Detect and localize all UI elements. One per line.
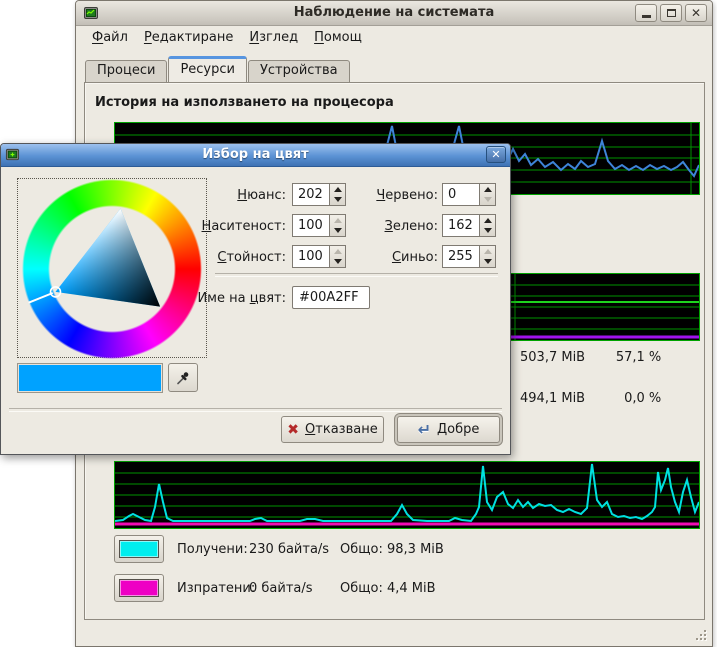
value-label: Стойност: [217, 250, 286, 265]
red-spinner[interactable]: 0 [442, 183, 496, 206]
hue-up-arrow[interactable] [330, 184, 345, 195]
spinner-separator [215, 273, 498, 277]
green-label: Зелено: [385, 219, 438, 234]
swap-amount: 494,1 MiB [520, 391, 585, 406]
red-label: Червено: [376, 188, 438, 203]
sent-color-button[interactable] [114, 574, 164, 602]
value-spinner[interactable]: 100 [292, 245, 346, 268]
received-total-label: Общо: [340, 542, 383, 557]
received-total: 98,3 MiB [387, 542, 444, 557]
sent-label: Изпратени: [177, 581, 255, 596]
eyedropper-button[interactable] [168, 363, 198, 392]
menu-help[interactable]: Помощ [307, 28, 369, 47]
window-title: Наблюдение на системата [76, 5, 712, 20]
hue-marker [29, 293, 53, 303]
minimize-icon [642, 15, 651, 18]
saturation-up-arrow [330, 215, 345, 226]
hue-down-arrow[interactable] [330, 195, 345, 206]
swap-value-row: 494,1 MiB 0,0 % [520, 391, 661, 406]
memory-amount: 503,7 MiB [520, 350, 585, 365]
blue-down-arrow[interactable] [480, 257, 495, 268]
red-down-arrow [480, 195, 495, 206]
ok-label: Добре [437, 422, 479, 437]
resize-grip[interactable] [692, 626, 707, 641]
sent-total-label: Общо: [340, 581, 383, 596]
color-name-input[interactable]: #00A2FF [292, 286, 370, 309]
tab-processes[interactable]: Процеси [85, 60, 167, 83]
red-up-arrow[interactable] [480, 184, 495, 195]
dialog-body: Нюанс: 202 Наситеност: 100 Стойност: 100… [1, 166, 510, 454]
network-history-chart [114, 461, 700, 529]
green-spinner[interactable]: 162 [442, 214, 496, 237]
received-color-swatch [119, 540, 159, 558]
ok-enter-icon: ↵ [418, 422, 431, 438]
saturation-spinner[interactable]: 100 [292, 214, 346, 237]
blue-spinner[interactable]: 255 [442, 245, 496, 268]
hue-label: Нюанс: [237, 188, 286, 203]
menu-file[interactable]: Файл [85, 28, 135, 47]
cpu-history-title: История на използването на процесора [95, 95, 394, 110]
green-down-arrow[interactable] [480, 226, 495, 237]
minimize-button[interactable] [635, 4, 657, 22]
tab-bar: Процеси Ресурси Устройства [85, 56, 351, 83]
maximize-icon [667, 9, 676, 17]
tab-resources[interactable]: Ресурси [168, 56, 247, 83]
blue-label: Синьо: [392, 250, 438, 265]
dialog-title: Избор на цвят [1, 147, 510, 162]
cancel-button[interactable]: ✖ Отказване [281, 416, 384, 443]
close-icon: ✕ [691, 7, 701, 19]
saturation-label: Наситеност: [202, 219, 286, 234]
swap-percent: 0,0 % [589, 391, 661, 406]
ok-button[interactable]: ↵ Добре [397, 416, 500, 443]
received-label: Получени: [177, 542, 248, 557]
hue-spinner[interactable]: 202 [292, 183, 346, 206]
selected-color-preview [17, 363, 163, 393]
tab-devices[interactable]: Устройства [248, 60, 350, 83]
close-button[interactable]: ✕ [685, 4, 707, 22]
memory-percent: 57,1 % [589, 350, 661, 365]
action-separator [9, 408, 502, 412]
main-titlebar[interactable]: Наблюдение на системата ✕ [76, 1, 712, 26]
hsv-triangle[interactable] [22, 179, 202, 359]
window-controls: ✕ [635, 4, 707, 22]
menu-view[interactable]: Изглед [242, 28, 305, 47]
value-up-arrow [330, 246, 345, 257]
blue-up-arrow [480, 246, 495, 257]
color-wheel-area[interactable] [17, 178, 207, 358]
saturation-down-arrow[interactable] [330, 226, 345, 237]
green-up-arrow[interactable] [480, 215, 495, 226]
menubar: Файл Редактиране Изглед Помощ [77, 26, 711, 48]
dialog-titlebar[interactable]: Избор на цвят ✕ [1, 144, 510, 167]
eyedropper-icon [175, 370, 191, 386]
color-picker-dialog: Избор на цвят ✕ [0, 143, 511, 455]
maximize-button[interactable] [660, 4, 682, 22]
menu-edit[interactable]: Редактиране [137, 28, 240, 47]
sent-color-swatch [119, 579, 159, 597]
sent-total: 4,4 MiB [387, 581, 436, 596]
sent-rate: 0 байта/s [249, 581, 313, 596]
received-color-button[interactable] [114, 535, 164, 563]
memory-value-row: 503,7 MiB 57,1 % [520, 350, 661, 365]
color-name-label: Име на цвят: [197, 291, 286, 306]
value-down-arrow[interactable] [330, 257, 345, 268]
cancel-label: Отказване [305, 422, 378, 437]
cancel-x-icon: ✖ [287, 423, 299, 437]
dialog-close-button[interactable]: ✕ [486, 146, 506, 163]
received-rate: 230 байта/s [249, 542, 329, 557]
